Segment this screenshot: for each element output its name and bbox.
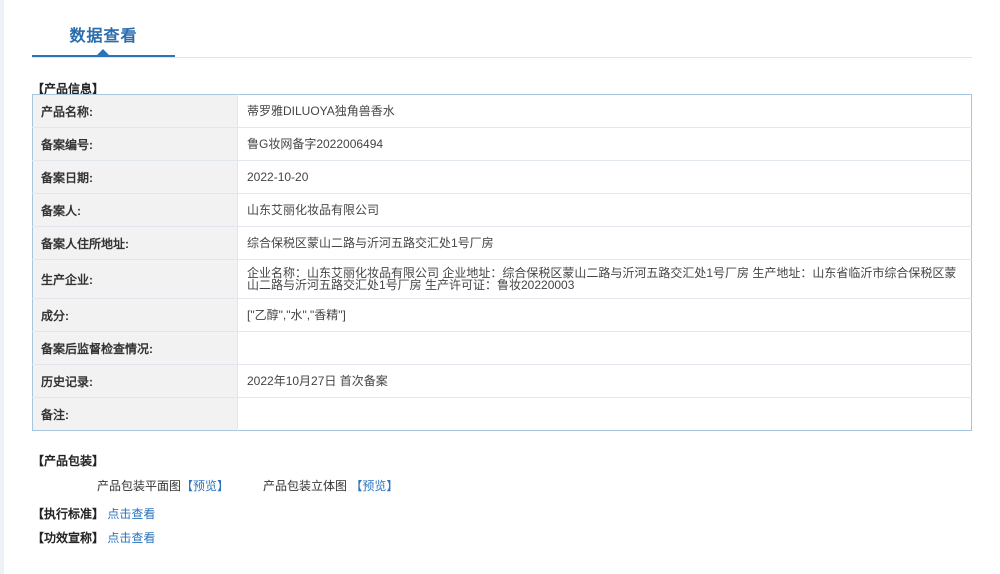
table-row-history: 历史记录: 2022年10月27日 首次备案 xyxy=(32,364,972,398)
standard-view-link[interactable]: 点击查看 xyxy=(107,507,155,521)
table-row-ingredients: 成分: ["乙醇","水","香精"] xyxy=(32,298,972,332)
table-row-manufacturer: 生产企业: 企业名称：山东艾丽化妆品有限公司 企业地址：综合保税区蒙山二路与沂河… xyxy=(32,259,972,299)
row-label: 备案人: xyxy=(32,193,238,227)
caret-up-icon xyxy=(97,49,109,55)
row-value: 蒂罗雅DILUOYA独角兽香水 xyxy=(237,94,972,128)
table-row-record-date: 备案日期: 2022-10-20 xyxy=(32,160,972,194)
row-label: 备案后监督检查情况: xyxy=(32,331,238,365)
row-label: 生产企业: xyxy=(32,259,238,299)
packaging-stereo-label: 产品包装立体图 xyxy=(263,479,348,493)
tab-bar: 数据查看 xyxy=(32,0,972,58)
row-value: 2022年10月27日 首次备案 xyxy=(237,364,972,398)
efficacy-section: 【功效宣称】 点击查看 xyxy=(32,529,155,546)
page: 数据查看 【产品信息】 产品名称: 蒂罗雅DILUOYA独角兽香水 备案编号: … xyxy=(0,0,1000,574)
table-row-remarks: 备注: xyxy=(32,397,972,431)
table-row-registrant: 备案人: 山东艾丽化妆品有限公司 xyxy=(32,193,972,227)
left-strip xyxy=(0,0,4,574)
packaging-stereo-preview-link[interactable]: 【预览】 xyxy=(350,479,398,493)
row-value xyxy=(237,331,972,365)
standard-title: 【执行标准】 xyxy=(32,507,105,521)
row-label: 备案编号: xyxy=(32,127,238,161)
row-value: 山东艾丽化妆品有限公司 xyxy=(237,193,972,227)
row-label: 备案人住所地址: xyxy=(32,226,238,260)
row-value: 2022-10-20 xyxy=(237,160,972,194)
row-label: 备案日期: xyxy=(32,160,238,194)
efficacy-title: 【功效宣称】 xyxy=(32,531,105,545)
table-row-product-name: 产品名称: 蒂罗雅DILUOYA独角兽香水 xyxy=(32,94,972,128)
packaging-title: 【产品包装】 xyxy=(32,454,105,468)
tab-data-view[interactable]: 数据查看 xyxy=(32,0,175,57)
table-row-registrant-address: 备案人住所地址: 综合保税区蒙山二路与沂河五路交汇处1号厂房 xyxy=(32,226,972,260)
row-label: 历史记录: xyxy=(32,364,238,398)
packaging-flat-preview-link[interactable]: 【预览】 xyxy=(181,479,229,493)
packaging-flat: 产品包装平面图【预览】 xyxy=(97,477,229,494)
row-value: ["乙醇","水","香精"] xyxy=(237,298,972,332)
packaging-stereo: 产品包装立体图 【预览】 xyxy=(263,477,398,494)
row-value: 企业名称：山东艾丽化妆品有限公司 企业地址：综合保税区蒙山二路与沂河五路交汇处1… xyxy=(237,259,972,299)
row-label: 产品名称: xyxy=(32,94,238,128)
row-label: 成分: xyxy=(32,298,238,332)
packaging-flat-label: 产品包装平面图 xyxy=(97,479,182,493)
standard-section: 【执行标准】 点击查看 xyxy=(32,505,155,522)
row-label: 备注: xyxy=(32,397,238,431)
efficacy-view-link[interactable]: 点击查看 xyxy=(107,531,155,545)
tab-data-view-label: 数据查看 xyxy=(69,28,138,45)
row-value: 鲁G妆网备字2022006494 xyxy=(237,127,972,161)
row-value xyxy=(238,398,972,431)
table-row-record-number: 备案编号: 鲁G妆网备字2022006494 xyxy=(32,127,972,161)
row-value: 综合保税区蒙山二路与沂河五路交汇处1号厂房 xyxy=(237,226,972,260)
table-row-supervision: 备案后监督检查情况: xyxy=(32,331,972,365)
product-info-table: 产品名称: 蒂罗雅DILUOYA独角兽香水 备案编号: 鲁G妆网备字202200… xyxy=(32,94,972,431)
